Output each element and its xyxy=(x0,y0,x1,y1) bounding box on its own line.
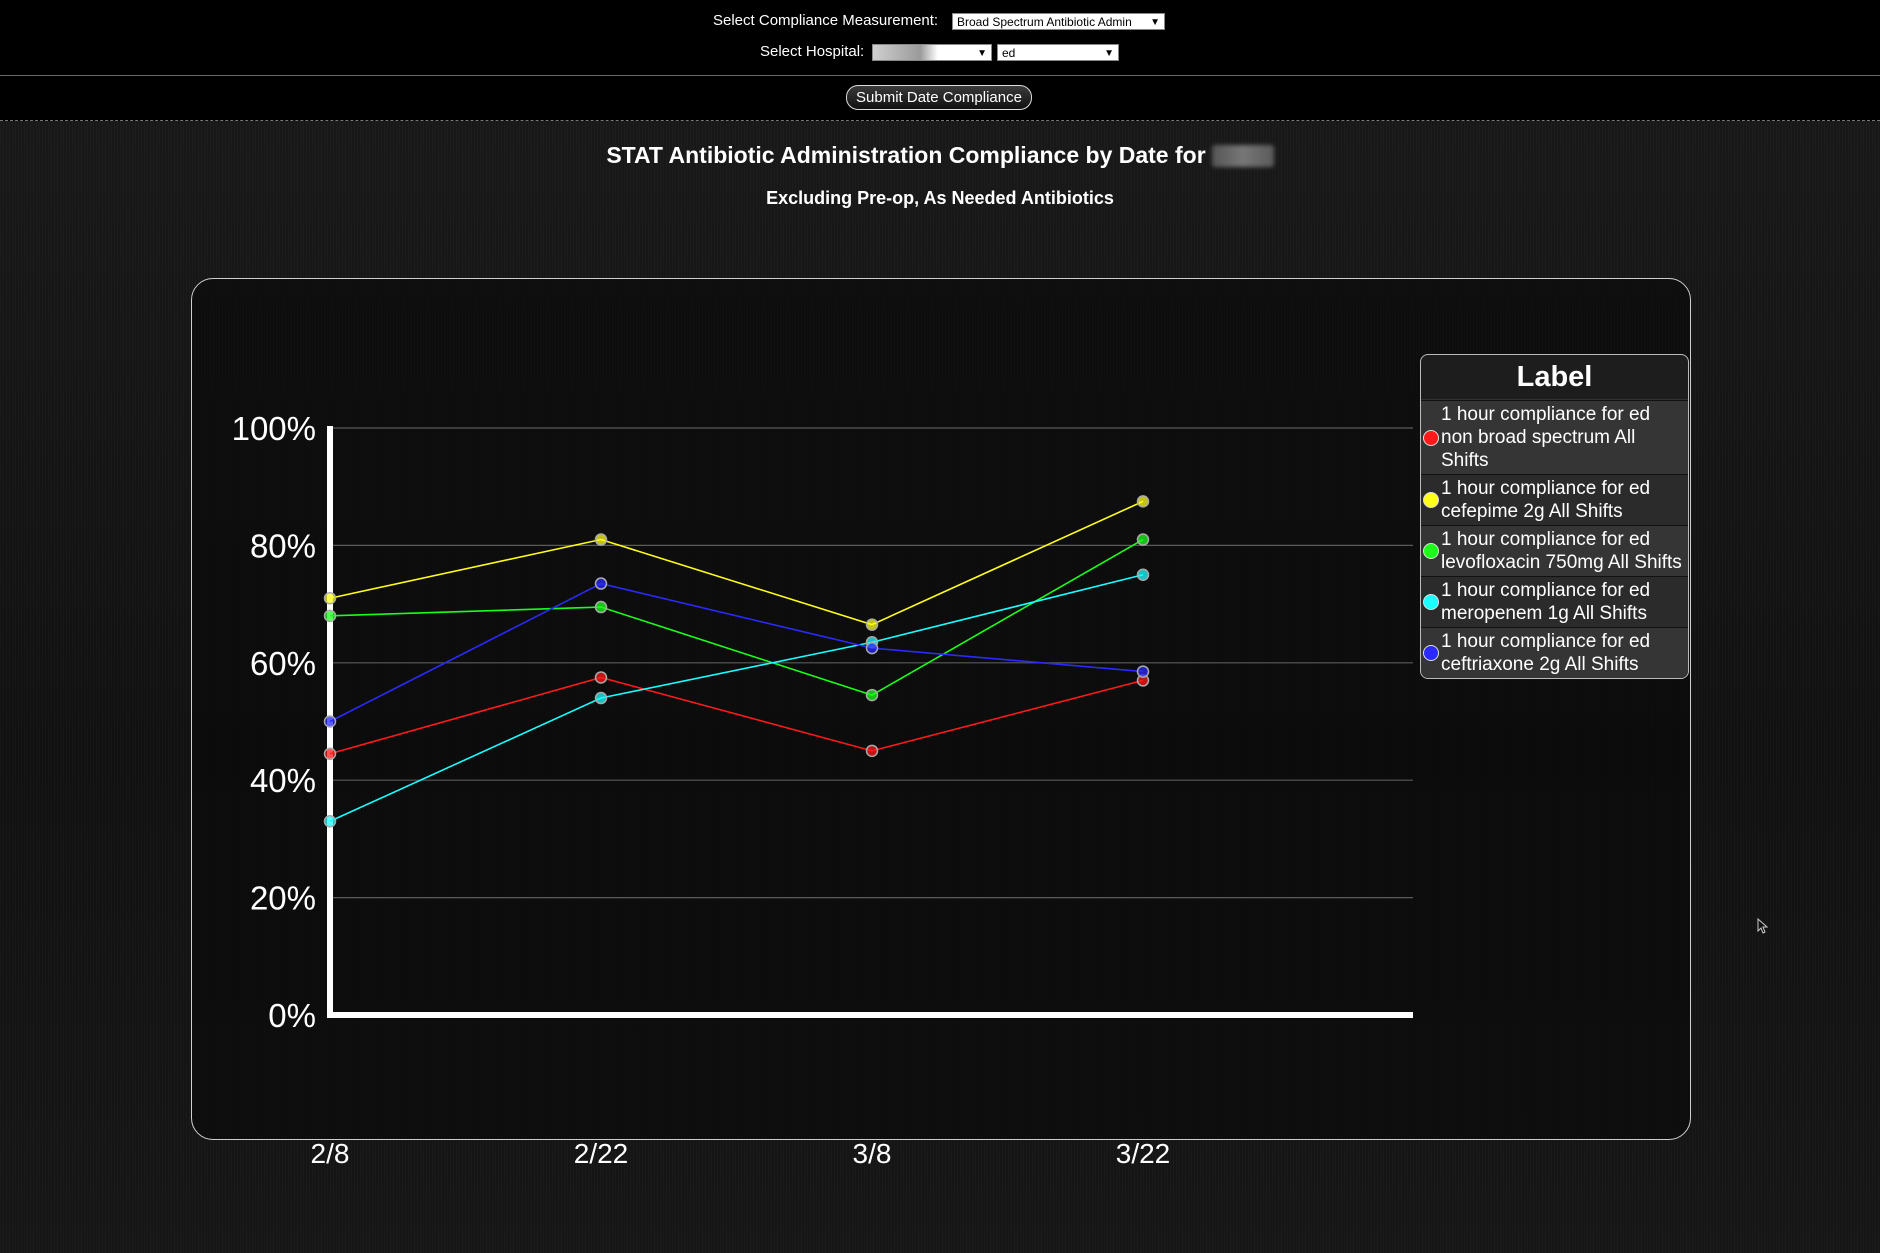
data-point xyxy=(594,600,608,614)
x-tick-label: 3/8 xyxy=(852,1138,892,1169)
data-point xyxy=(323,815,337,828)
data-point xyxy=(865,744,879,758)
legend-swatch-icon xyxy=(1423,543,1439,559)
legend-item-label: 1 hour compliance for ed non broad spect… xyxy=(1441,404,1651,471)
x-tick-label: 3/22 xyxy=(1115,1138,1171,1169)
data-point xyxy=(594,577,608,590)
data-point xyxy=(594,533,608,546)
y-tick-label: 40% xyxy=(250,762,316,799)
legend-item-label: 1 hour compliance for ed levofloxacin 75… xyxy=(1441,529,1682,573)
data-point xyxy=(1136,665,1150,678)
legend-item: 1 hour compliance for ed cefepime 2g All… xyxy=(1421,474,1688,525)
data-point xyxy=(1136,568,1150,581)
data-point xyxy=(594,691,608,705)
y-tick-label: 0% xyxy=(268,997,316,1034)
x-tick-label: 2/22 xyxy=(573,1138,629,1169)
legend-swatch-icon xyxy=(1423,429,1439,446)
series-line xyxy=(329,676,1144,755)
y-tick-label: 60% xyxy=(250,645,316,682)
legend-title: Label xyxy=(1421,355,1688,400)
chart-legend: Label 1 hour compliance for ed non broad… xyxy=(1420,354,1689,679)
y-tick-label: 100% xyxy=(232,410,316,447)
data-point xyxy=(865,618,879,631)
series-line xyxy=(329,500,1144,626)
y-tick-label: 80% xyxy=(250,527,316,564)
legend-item-label: 1 hour compliance for ed meropenem 1g Al… xyxy=(1441,580,1651,624)
legend-item: 1 hour compliance for ed meropenem 1g Al… xyxy=(1421,576,1688,627)
legend-items: 1 hour compliance for ed non broad spect… xyxy=(1421,400,1688,678)
legend-item-label: 1 hour compliance for ed ceftriaxone 2g … xyxy=(1441,631,1651,675)
legend-swatch-icon xyxy=(1423,645,1439,661)
legend-swatch-icon xyxy=(1423,492,1439,508)
data-point xyxy=(594,671,608,684)
legend-item: 1 hour compliance for ed non broad spect… xyxy=(1421,400,1688,474)
data-point xyxy=(865,688,879,702)
data-point xyxy=(1136,533,1150,546)
data-point xyxy=(323,591,337,605)
x-tick-label: 2/8 xyxy=(310,1138,350,1169)
series-line xyxy=(329,538,1144,696)
legend-swatch-icon xyxy=(1423,594,1439,610)
data-point xyxy=(865,641,879,655)
series-line xyxy=(329,582,1144,723)
legend-item-label: 1 hour compliance for ed cefepime 2g All… xyxy=(1441,478,1651,522)
data-point xyxy=(323,747,337,761)
data-point xyxy=(323,715,337,728)
mouse-cursor-icon xyxy=(1757,918,1769,934)
legend-item: 1 hour compliance for ed ceftriaxone 2g … xyxy=(1421,627,1688,678)
data-point xyxy=(323,609,337,623)
data-point xyxy=(1136,495,1150,508)
legend-item: 1 hour compliance for ed levofloxacin 75… xyxy=(1421,525,1688,576)
y-tick-label: 20% xyxy=(250,880,316,917)
